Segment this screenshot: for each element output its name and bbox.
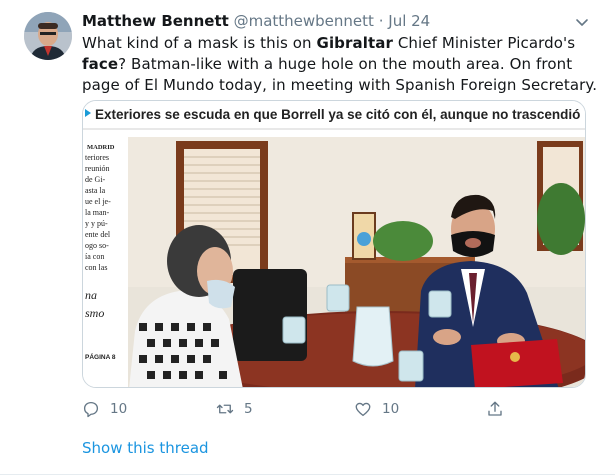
avatar[interactable] xyxy=(24,12,72,60)
column-line: MADRID xyxy=(87,144,115,151)
tweet-date[interactable]: Jul 24 xyxy=(388,12,430,30)
share-icon xyxy=(488,401,502,416)
column-line: ía con xyxy=(85,252,104,261)
show-thread-link[interactable]: Show this thread xyxy=(82,438,209,458)
author-handle[interactable]: @matthewbennett xyxy=(234,12,374,30)
column-line: asta la xyxy=(85,186,106,195)
column-line: teriores xyxy=(85,153,109,162)
divider xyxy=(0,474,615,475)
tweet-text-part: ? Batman-like with a huge hole on the mo… xyxy=(82,55,598,94)
column-italic: na xyxy=(85,288,97,302)
like-count: 10 xyxy=(382,401,400,417)
separator-dot: · xyxy=(378,12,384,30)
reply-icon xyxy=(83,401,99,418)
column-line: ue el je- xyxy=(85,197,111,206)
newspaper-photo: Exteriores se escuda en que Borrell ya s… xyxy=(83,101,585,387)
reply-count: 10 xyxy=(110,401,128,417)
tweet-actions: 10 5 10 xyxy=(82,398,522,420)
tweet-text-part: What kind of a mask is this on xyxy=(82,34,317,52)
share-button[interactable] xyxy=(486,398,514,420)
column-italic: smo xyxy=(85,306,104,320)
avatar-image xyxy=(24,12,72,60)
like-button[interactable]: 10 xyxy=(354,398,399,420)
page-label: PÁGINA 8 xyxy=(85,352,116,361)
tweet-text-part: Chief Minister Picardo's xyxy=(392,34,576,52)
photo xyxy=(128,137,585,387)
retweet-button[interactable]: 5 xyxy=(216,398,253,420)
heart-icon xyxy=(355,402,371,417)
column-line: reunión xyxy=(85,164,109,173)
tweet-media[interactable]: Exteriores se escuda en que Borrell ya s… xyxy=(82,100,586,388)
column-line: la man- xyxy=(85,208,110,217)
column-line: de Gi- xyxy=(85,175,106,184)
tweet-text-bold: Gibraltar xyxy=(316,34,393,52)
author-name[interactable]: Matthew Bennett xyxy=(82,12,229,30)
retweet-icon xyxy=(216,404,234,414)
tweet-text-bold: face xyxy=(82,55,119,73)
column-line: ogo so- xyxy=(85,241,109,250)
retweet-count: 5 xyxy=(244,401,253,417)
column-line: y y pú- xyxy=(85,219,108,228)
column-line: ente del xyxy=(85,230,111,239)
column-line: con las xyxy=(85,263,107,272)
tweet-text: What kind of a mask is this on Gibraltar… xyxy=(82,33,602,96)
chevron-down-icon[interactable] xyxy=(574,14,590,30)
newspaper-headline: Exteriores se escuda en que Borrell ya s… xyxy=(95,107,580,122)
reply-button[interactable]: 10 xyxy=(82,398,127,420)
tweet-header: Matthew Bennett @matthewbennett · Jul 24 xyxy=(82,11,430,31)
tweet[interactable]: Matthew Bennett @matthewbennett · Jul 24… xyxy=(0,0,615,476)
